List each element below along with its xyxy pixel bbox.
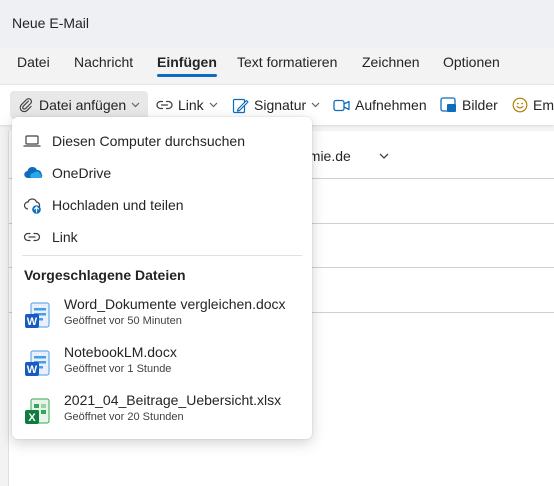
- menu-item-onedrive[interactable]: OneDrive: [12, 157, 312, 189]
- tab-einfuegen[interactable]: Einfügen: [157, 54, 217, 77]
- menu-item-label: OneDrive: [52, 165, 112, 181]
- word-file-icon: W: [25, 350, 50, 376]
- suggested-file-item[interactable]: X 2021_04_Beitrage_Uebersicht.xlsx Geöff…: [12, 389, 312, 435]
- pictures-label: Bilder: [462, 97, 498, 113]
- menu-item-label: Diesen Computer durchsuchen: [52, 133, 245, 149]
- tab-optionen[interactable]: Optionen: [443, 54, 500, 70]
- signature-button[interactable]: Signatur: [232, 91, 320, 119]
- signature-label: Signatur: [254, 97, 307, 113]
- menu-item-label: Hochladen und teilen: [52, 197, 184, 213]
- signature-pen-icon: [232, 98, 249, 113]
- suggested-file-item[interactable]: W NotebookLM.docx Geöffnet vor 1 Stunde: [12, 341, 312, 387]
- emoji-button[interactable]: Em: [512, 91, 554, 119]
- svg-text:W: W: [27, 316, 38, 328]
- suggested-file-item[interactable]: W Word_Dokumente vergleichen.docx Geöffn…: [12, 293, 312, 339]
- attach-file-button[interactable]: Datei anfügen: [10, 91, 148, 119]
- chevron-down-icon: [311, 102, 320, 108]
- file-opened-time: Geöffnet vor 50 Minuten: [64, 315, 182, 327]
- file-name: Word_Dokumente vergleichen.docx: [64, 296, 286, 312]
- file-opened-time: Geöffnet vor 1 Stunde: [64, 363, 172, 375]
- pictures-button[interactable]: Bilder: [440, 91, 498, 119]
- attach-file-dropdown: Diesen Computer durchsuchen OneDrive Hoc…: [12, 117, 312, 439]
- excel-file-icon: X: [25, 398, 50, 424]
- title-bar: Neue E-Mail: [0, 0, 554, 48]
- link-icon: [23, 232, 41, 242]
- record-label: Aufnehmen: [355, 97, 427, 113]
- chevron-down-icon: [209, 102, 218, 108]
- menu-item-link[interactable]: Link: [12, 221, 312, 253]
- tab-nachricht[interactable]: Nachricht: [74, 54, 133, 70]
- link-icon: [156, 100, 173, 110]
- link-button[interactable]: Link: [156, 91, 218, 119]
- file-name: 2021_04_Beitrage_Uebersicht.xlsx: [64, 392, 282, 408]
- chevron-down-icon: [131, 102, 140, 108]
- chevron-down-icon[interactable]: [379, 153, 389, 160]
- svg-text:X: X: [28, 412, 36, 424]
- paperclip-icon: [19, 98, 33, 113]
- word-file-icon: W: [25, 302, 50, 328]
- picture-icon: [440, 97, 456, 112]
- file-name: NotebookLM.docx: [64, 344, 177, 360]
- emoji-label: Em: [533, 97, 554, 113]
- menu-bar: Datei Nachricht Einfügen Text formatiere…: [0, 48, 554, 82]
- menu-item-upload-share[interactable]: Hochladen und teilen: [12, 189, 312, 221]
- file-opened-time: Geöffnet vor 20 Stunden: [64, 411, 184, 423]
- tab-datei[interactable]: Datei: [17, 54, 50, 70]
- suggested-files-heading: Vorgeschlagene Dateien: [24, 267, 186, 283]
- tab-text-formatieren[interactable]: Text formatieren: [237, 54, 337, 70]
- onedrive-icon: [24, 166, 43, 179]
- record-button[interactable]: Aufnehmen: [333, 91, 427, 119]
- menu-separator: [22, 255, 302, 256]
- smiley-icon: [512, 97, 528, 113]
- menu-item-label: Link: [52, 229, 78, 245]
- svg-text:W: W: [27, 364, 38, 376]
- link-label: Link: [178, 97, 204, 113]
- laptop-icon: [23, 135, 41, 147]
- video-camera-icon: [333, 99, 350, 111]
- cloud-upload-icon: [23, 198, 41, 214]
- menu-item-browse-computer[interactable]: Diesen Computer durchsuchen: [12, 125, 312, 157]
- attach-file-label: Datei anfügen: [39, 97, 127, 113]
- tab-zeichnen[interactable]: Zeichnen: [362, 54, 420, 70]
- window-title: Neue E-Mail: [12, 15, 90, 31]
